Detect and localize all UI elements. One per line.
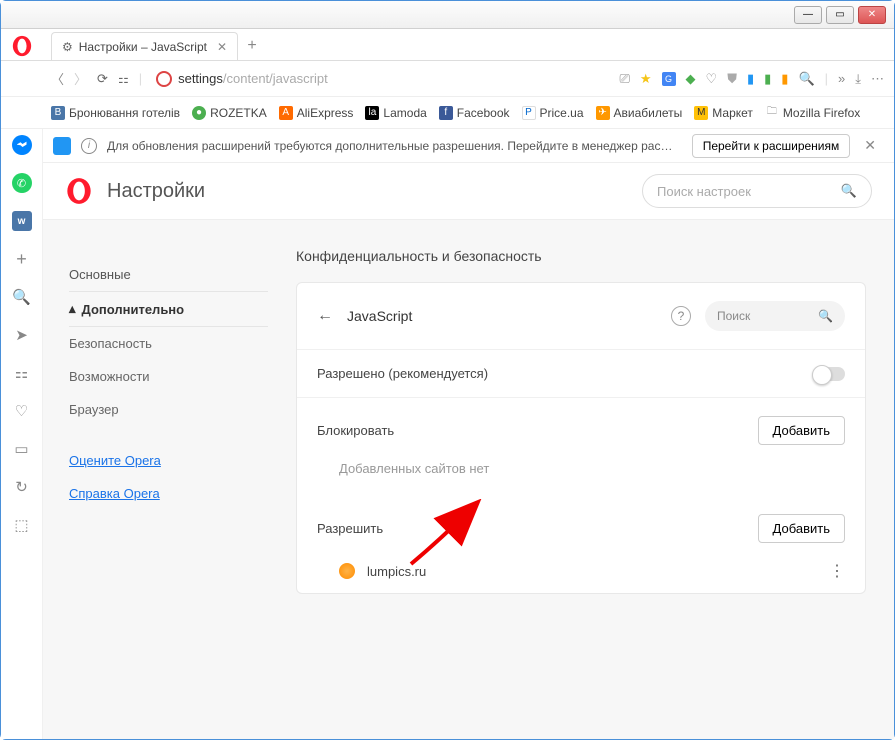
window-titlebar: — ▭ ✕ — [1, 1, 894, 29]
site-domain: lumpics.ru — [367, 564, 426, 579]
bookmark-hotels[interactable]: BБронювання готелів — [51, 106, 180, 120]
ext-icon-4[interactable]: ▮ — [781, 71, 788, 87]
menu-icon[interactable]: ⋯ — [871, 71, 884, 87]
settings-title: Настройки — [107, 180, 205, 203]
reload-button[interactable]: ⟳ — [97, 71, 108, 87]
block-empty-text: Добавленных сайтов нет — [297, 451, 865, 496]
minimize-button[interactable]: — — [794, 6, 822, 24]
back-button[interactable]: 〈 — [51, 69, 64, 88]
whatsapp-icon[interactable]: ✆ — [12, 173, 32, 193]
camera-icon[interactable]: ⎚ — [619, 71, 629, 87]
tab-bar: ⚙ Настройки – JavaScript ✕ + — [1, 29, 894, 61]
panel-title: JavaScript — [347, 308, 657, 324]
forward-button[interactable]: 〉 — [74, 69, 87, 88]
tab-title: Настройки – JavaScript — [79, 40, 207, 54]
add-allow-button[interactable]: Добавить — [758, 514, 845, 543]
address-bar: 〈 〉 ⟳ ⚏ | settings/content/javascript ⎚ … — [1, 61, 894, 97]
bookmark-lamoda[interactable]: laLamoda — [365, 106, 426, 120]
help-icon[interactable]: ? — [671, 306, 691, 326]
dismiss-notification-button[interactable]: ✕ — [860, 137, 880, 154]
nav-features[interactable]: Возможности — [69, 360, 268, 393]
nav-rate-opera[interactable]: Оцените Opera — [69, 444, 268, 477]
allowed-label: Разрешено (рекомендуется) — [317, 366, 488, 381]
bookmark-market[interactable]: ММаркет — [694, 106, 753, 120]
more-icon[interactable]: » — [838, 71, 845, 86]
javascript-toggle[interactable] — [813, 367, 845, 381]
allowed-row: Разрешено (рекомендуется) — [297, 350, 865, 398]
download-icon[interactable]: ⤓ — [855, 71, 861, 87]
javascript-panel: ← JavaScript ? Поиск 🔍 Разрешено (рекоме… — [296, 282, 866, 594]
heart-sidebar-icon[interactable]: ♡ — [12, 401, 32, 421]
notification-bar: i Для обновления расширений требуются до… — [43, 129, 894, 163]
maximize-button[interactable]: ▭ — [826, 6, 854, 24]
ext-icon-2[interactable]: ▮ — [747, 71, 754, 87]
history-icon[interactable]: ↻ — [12, 477, 32, 497]
site-favicon-icon — [339, 563, 355, 579]
search-placeholder: Поиск настроек — [657, 184, 751, 199]
nav-security[interactable]: Безопасность — [69, 327, 268, 360]
goto-extensions-button[interactable]: Перейти к расширениям — [692, 134, 851, 158]
section-title: Конфиденциальность и безопасность — [296, 248, 866, 264]
panel-search-input[interactable]: Поиск 🔍 — [705, 301, 845, 331]
info-icon: i — [81, 138, 97, 154]
add-block-button[interactable]: Добавить — [758, 416, 845, 445]
opera-settings-logo-icon — [65, 177, 93, 205]
bookmark-mozilla[interactable]: 🗀Mozilla Firefox — [765, 106, 860, 120]
opera-url-icon — [156, 71, 172, 87]
send-icon[interactable]: ➤ — [12, 325, 32, 345]
toolbar-icons: ⎚ ★ G ◆ ♡ ⛊ ▮ ▮ ▮ 🔍 | » ⤓ ⋯ — [619, 71, 884, 87]
shield-icon[interactable]: ⛊ — [727, 71, 737, 87]
bookmark-rozetka[interactable]: ●ROZETKA — [192, 106, 267, 120]
allow-heading-row: Разрешить Добавить — [297, 496, 865, 549]
search-icon: 🔍 — [818, 309, 833, 323]
bookmark-facebook[interactable]: fFacebook — [439, 106, 510, 120]
bookmark-aliexpress[interactable]: AAliExpress — [279, 106, 354, 120]
heart-icon[interactable]: ♡ — [706, 71, 718, 87]
add-messenger-button[interactable]: + — [12, 249, 32, 269]
ext-icon-1[interactable]: ◆ — [686, 71, 696, 87]
nav-help-opera[interactable]: Справка Opera — [69, 477, 268, 510]
close-tab-icon[interactable]: ✕ — [217, 40, 227, 54]
bookmark-aviabilety[interactable]: ✈Авиабилеты — [596, 106, 683, 120]
settings-nav: Основные ▴ Дополнительно Безопасность Во… — [43, 220, 268, 739]
back-arrow-button[interactable]: ← — [317, 307, 333, 325]
speed-dial-button[interactable]: ⚏ — [118, 72, 129, 86]
vk-icon[interactable]: w — [12, 211, 32, 231]
left-sidebar: ✆ w + 🔍 ➤ ⚏ ♡ ▭ ↻ ⬚ — [1, 129, 43, 739]
gear-icon: ⚙ — [62, 40, 73, 54]
translate-icon[interactable]: G — [662, 72, 676, 86]
close-window-button[interactable]: ✕ — [858, 6, 886, 24]
url-box[interactable]: settings/content/javascript — [152, 71, 609, 87]
star-icon[interactable]: ★ — [640, 71, 652, 87]
nav-advanced[interactable]: ▴ Дополнительно — [69, 291, 268, 327]
notification-text: Для обновления расширений требуются допо… — [107, 139, 682, 153]
news-icon[interactable]: ▭ — [12, 439, 32, 459]
url-text: settings/content/javascript — [178, 71, 328, 86]
block-heading-row: Блокировать Добавить — [297, 398, 865, 451]
site-more-button[interactable]: ⋮ — [829, 561, 845, 581]
extensions-icon[interactable]: ⬚ — [12, 515, 32, 535]
notif-badge-icon — [53, 137, 71, 155]
speed-dial-icon[interactable]: ⚏ — [12, 363, 32, 383]
settings-search-input[interactable]: Поиск настроек 🔍 — [642, 174, 872, 208]
search-toolbar-icon[interactable]: 🔍 — [798, 71, 814, 87]
search-sidebar-icon[interactable]: 🔍 — [12, 287, 32, 307]
ext-icon-3[interactable]: ▮ — [764, 71, 771, 87]
nav-basic[interactable]: Основные — [69, 258, 268, 291]
allowed-site-row[interactable]: lumpics.ru ⋮ — [297, 549, 865, 593]
opera-logo-icon — [11, 35, 33, 57]
messenger-icon[interactable] — [12, 135, 32, 155]
bookmark-priceua[interactable]: PPrice.ua — [522, 106, 584, 120]
new-tab-button[interactable]: + — [238, 32, 266, 60]
block-heading: Блокировать — [317, 423, 394, 438]
chevron-up-icon: ▴ — [69, 301, 76, 317]
allow-heading: Разрешить — [317, 521, 383, 536]
settings-header: Настройки Поиск настроек 🔍 — [43, 163, 894, 219]
bookmarks-bar: BБронювання готелів ●ROZETKA AAliExpress… — [1, 97, 894, 129]
browser-tab[interactable]: ⚙ Настройки – JavaScript ✕ — [51, 32, 238, 60]
nav-browser[interactable]: Браузер — [69, 393, 268, 426]
search-icon: 🔍 — [841, 183, 857, 199]
